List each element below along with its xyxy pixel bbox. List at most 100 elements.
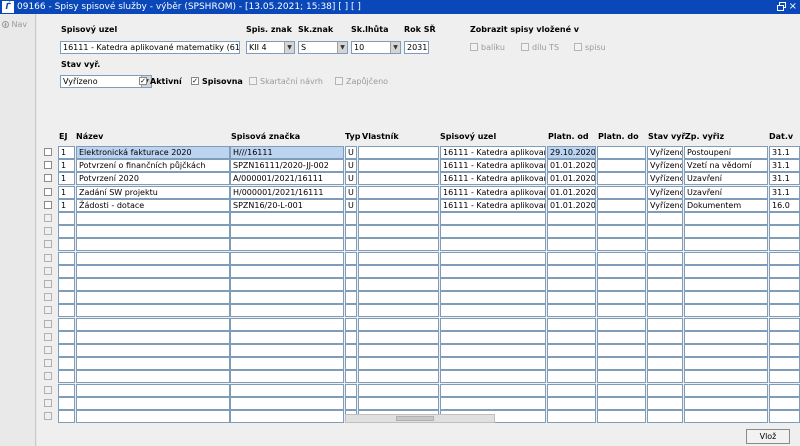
- cell-do[interactable]: [597, 278, 646, 291]
- cell-znacka[interactable]: [230, 397, 344, 410]
- cell-stav[interactable]: [647, 384, 683, 397]
- cell-od[interactable]: [547, 238, 596, 251]
- cell-typ[interactable]: [345, 291, 357, 304]
- cell-znacka[interactable]: [230, 265, 344, 278]
- spisovy-uzel-field[interactable]: 16111 - Katedra aplikované matematiky (6…: [60, 41, 240, 54]
- row-select-checkbox[interactable]: [44, 293, 52, 301]
- row-select-checkbox[interactable]: [44, 214, 52, 222]
- cell-nazev[interactable]: [76, 331, 230, 344]
- chevron-down-icon[interactable]: ▼: [337, 42, 347, 53]
- cell-uzel[interactable]: 16111 - Katedra aplikované ma: [440, 146, 546, 159]
- cell-ej[interactable]: [58, 278, 75, 291]
- cell-ej[interactable]: [58, 344, 75, 357]
- cell-stav[interactable]: [647, 397, 683, 410]
- cell-zp[interactable]: [684, 278, 768, 291]
- cell-od[interactable]: [547, 318, 596, 331]
- table-row-empty[interactable]: [37, 265, 800, 278]
- cell-vlastnik[interactable]: [358, 384, 439, 397]
- cell-znacka[interactable]: [230, 384, 344, 397]
- sk-znak-select[interactable]: S ▼: [298, 41, 348, 54]
- cell-nazev[interactable]: [76, 225, 230, 238]
- balik-checkbox[interactable]: [470, 43, 478, 51]
- cell-zp[interactable]: [684, 384, 768, 397]
- cell-od[interactable]: [547, 291, 596, 304]
- cell-stav[interactable]: [647, 370, 683, 383]
- cell-nazev[interactable]: [76, 212, 230, 225]
- table-row-empty[interactable]: [37, 278, 800, 291]
- cell-zp[interactable]: [684, 370, 768, 383]
- cell-vlastnik[interactable]: [358, 397, 439, 410]
- cell-ej[interactable]: [58, 265, 75, 278]
- cell-ej[interactable]: [58, 304, 75, 317]
- row-select-checkbox[interactable]: [44, 359, 52, 367]
- cell-znacka[interactable]: [230, 410, 344, 423]
- cell-uzel[interactable]: 16111 - Katedra aplikované ma: [440, 199, 546, 212]
- cell-do[interactable]: [597, 331, 646, 344]
- table-row-empty[interactable]: [37, 304, 800, 317]
- cell-nazev[interactable]: [76, 252, 230, 265]
- cell-vlastnik[interactable]: [358, 344, 439, 357]
- cell-typ[interactable]: [345, 357, 357, 370]
- cell-od[interactable]: 01.01.2020: [547, 159, 596, 172]
- cell-ej[interactable]: 1: [58, 186, 75, 199]
- row-select-checkbox[interactable]: [44, 148, 52, 156]
- cell-do[interactable]: [597, 265, 646, 278]
- cell-od[interactable]: [547, 410, 596, 423]
- cell-ej[interactable]: [58, 212, 75, 225]
- cell-do[interactable]: [597, 146, 646, 159]
- row-select-checkbox[interactable]: [44, 372, 52, 380]
- dilu-ts-checkbox[interactable]: [521, 43, 529, 51]
- cell-vlastnik[interactable]: [358, 265, 439, 278]
- cell-od[interactable]: [547, 278, 596, 291]
- cell-vlastnik[interactable]: [358, 186, 439, 199]
- cell-vlastnik[interactable]: [358, 225, 439, 238]
- cell-ej[interactable]: 1: [58, 172, 75, 185]
- cell-uzel[interactable]: [440, 397, 546, 410]
- cell-do[interactable]: [597, 291, 646, 304]
- cell-stav[interactable]: Vyřízeno: [647, 172, 683, 185]
- column-header-nazev[interactable]: Název: [76, 132, 103, 141]
- cell-zp[interactable]: [684, 397, 768, 410]
- cell-znacka[interactable]: [230, 304, 344, 317]
- cell-stav[interactable]: Vyřízeno: [647, 146, 683, 159]
- cell-stav[interactable]: [647, 225, 683, 238]
- spisu-checkbox[interactable]: [574, 43, 582, 51]
- cell-vlastnik[interactable]: [358, 304, 439, 317]
- skartacni-navrh-checkbox[interactable]: [249, 77, 257, 85]
- cell-do[interactable]: [597, 238, 646, 251]
- spis-znak-select[interactable]: KII 4 ▼: [246, 41, 295, 54]
- cell-do[interactable]: [597, 384, 646, 397]
- cell-od[interactable]: [547, 252, 596, 265]
- cell-typ[interactable]: U: [345, 159, 357, 172]
- cell-uzel[interactable]: [440, 344, 546, 357]
- cell-nazev[interactable]: Elektronická fakturace 2020: [76, 146, 230, 159]
- cell-dat[interactable]: [769, 252, 800, 265]
- cell-od[interactable]: 01.01.2020: [547, 172, 596, 185]
- cell-dat[interactable]: [769, 318, 800, 331]
- cell-od[interactable]: [547, 304, 596, 317]
- cell-vlastnik[interactable]: [358, 370, 439, 383]
- cell-ej[interactable]: [58, 370, 75, 383]
- cell-do[interactable]: [597, 304, 646, 317]
- cell-ej[interactable]: [58, 225, 75, 238]
- cell-uzel[interactable]: [440, 384, 546, 397]
- cell-ej[interactable]: [58, 357, 75, 370]
- close-window-icon[interactable]: ×: [789, 0, 797, 14]
- cell-do[interactable]: [597, 172, 646, 185]
- cell-od[interactable]: [547, 265, 596, 278]
- cell-nazev[interactable]: Zadání SW projektu: [76, 186, 230, 199]
- cell-dat[interactable]: [769, 304, 800, 317]
- column-header-spisova-znacka[interactable]: Spisová značka: [231, 132, 300, 141]
- cell-nazev[interactable]: [76, 318, 230, 331]
- cell-vlastnik[interactable]: [358, 252, 439, 265]
- cell-vlastnik[interactable]: [358, 212, 439, 225]
- row-select-checkbox[interactable]: [44, 201, 52, 209]
- cell-znacka[interactable]: A/000001/2021/16111: [230, 172, 344, 185]
- cell-ej[interactable]: 1: [58, 159, 75, 172]
- cell-do[interactable]: [597, 199, 646, 212]
- cell-typ[interactable]: [345, 238, 357, 251]
- cell-znacka[interactable]: H///16111: [230, 146, 344, 159]
- cell-stav[interactable]: [647, 357, 683, 370]
- cell-vlastnik[interactable]: [358, 278, 439, 291]
- cell-dat[interactable]: [769, 225, 800, 238]
